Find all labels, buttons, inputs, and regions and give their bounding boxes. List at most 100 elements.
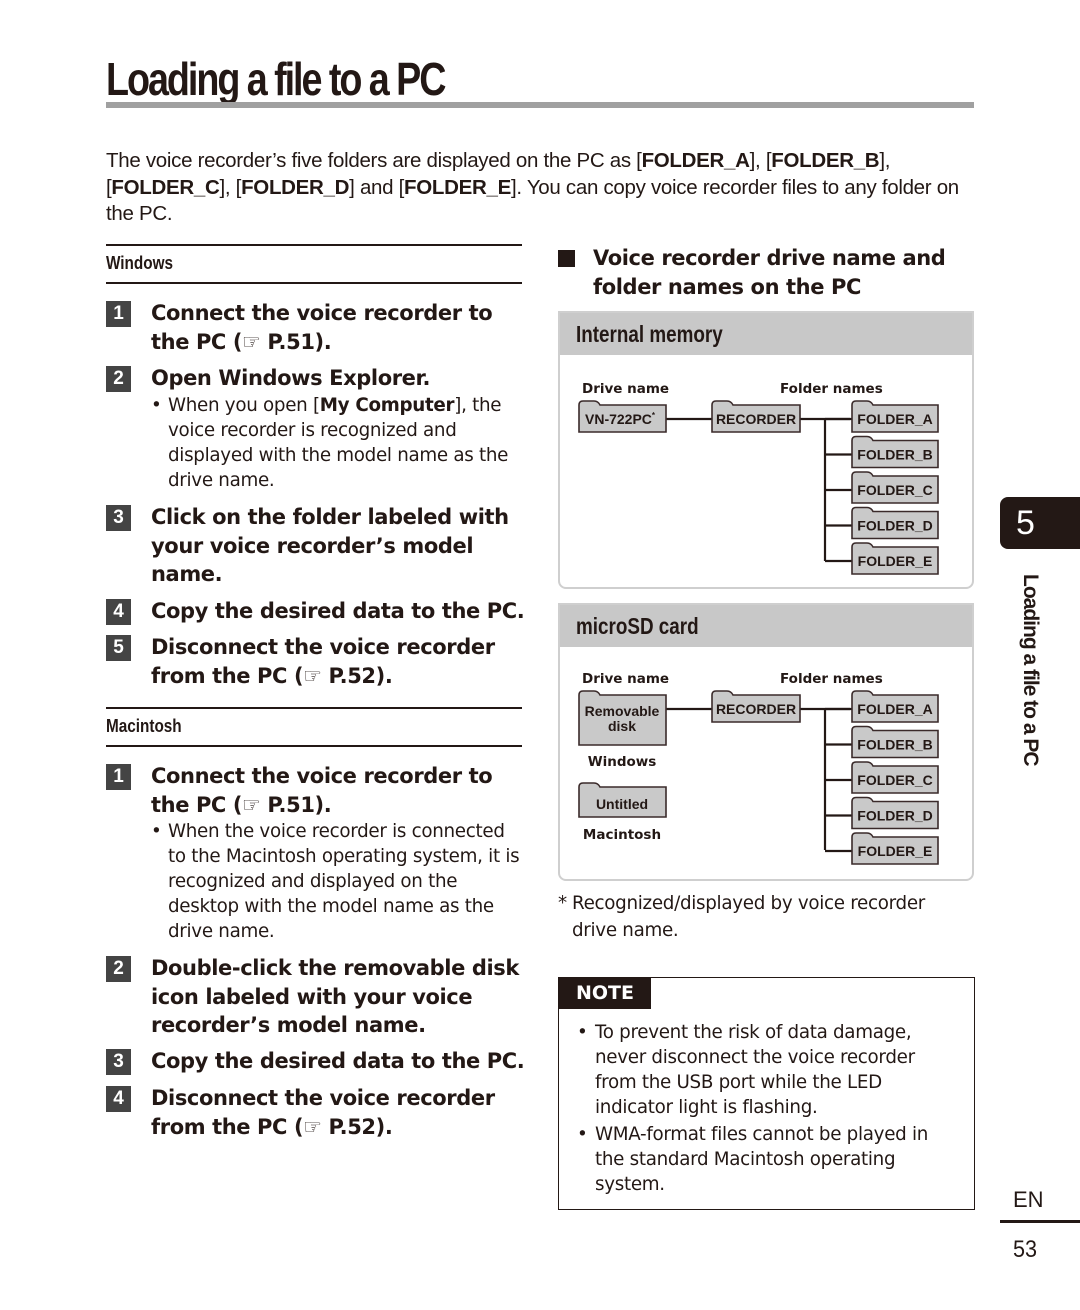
bullet-text: When you open [	[168, 394, 320, 416]
macintosh-heading-label: Macintosh	[106, 716, 182, 736]
internal-memory-title: Internal memory	[576, 321, 723, 347]
step-number-badge: 1	[106, 301, 131, 327]
drive-folder-label: VN-722PC*	[585, 411, 656, 427]
note-box: NOTE To prevent the risk of data damage,…	[558, 977, 975, 1210]
subfolder-label: FOLDER_E	[858, 553, 933, 569]
recorder-folder-icon: RECORDER	[711, 400, 801, 433]
subfolder-icon: FOLDER_E	[851, 832, 939, 865]
windows-step-1: 1 Connect the voice recorder to the PC (…	[106, 299, 526, 356]
recorder-folder-icon: RECORDER	[711, 690, 801, 723]
subfolder-label: FOLDER_D	[857, 808, 932, 824]
intro-text: ], [	[749, 149, 772, 172]
step-number-badge: 3	[106, 505, 131, 531]
step-number-badge: 1	[106, 764, 131, 790]
microsd-panel: microSD card Drive name Folder names Rem…	[558, 603, 974, 881]
macintosh-os-label: Macintosh	[583, 827, 661, 843]
step-number-badge: 2	[106, 956, 131, 982]
macintosh-section-heading: Macintosh	[106, 707, 522, 747]
internal-memory-header: Internal memory	[560, 313, 972, 355]
microsd-title: microSD card	[576, 613, 699, 639]
subfolder-label: FOLDER_A	[857, 701, 932, 717]
subfolder-label: FOLDER_B	[857, 447, 932, 463]
my-computer-label: My Computer	[319, 394, 455, 416]
page-title: Loading a file to a PC	[106, 53, 446, 105]
step-number-badge: 4	[106, 599, 131, 625]
removable-disk-label-line2: disk	[608, 718, 636, 734]
note-label: NOTE	[558, 977, 651, 1009]
folder-a-name: FOLDER_A	[641, 149, 750, 172]
footnote-asterisk: *	[558, 893, 567, 914]
recorder-folder-label: RECORDER	[716, 701, 796, 717]
subfolder-icon: FOLDER_B	[851, 435, 939, 469]
step-text: Copy the desired data to the PC.	[151, 1049, 525, 1073]
mac-step-2: 2 Double-click the removable disk icon l…	[106, 954, 526, 1040]
language-label: EN	[1013, 1187, 1044, 1212]
drive-name-label: Drive name	[582, 671, 669, 687]
square-bullet-icon	[558, 250, 575, 267]
drive-folder-icon: VN-722PC*	[578, 400, 667, 433]
subfolder-icon: FOLDER_C	[851, 471, 939, 504]
subfolder-label: FOLDER_E	[858, 843, 933, 859]
step-number-badge: 5	[106, 635, 131, 661]
folder-b-name: FOLDER_B	[771, 149, 880, 172]
untitled-folder-icon: Untitled	[578, 782, 667, 818]
step-number-badge: 2	[106, 366, 131, 392]
internal-memory-panel: Internal memory Drive name Folder names …	[558, 311, 974, 589]
subfolder-icon: FOLDER_A	[851, 690, 939, 723]
subfolder-label: FOLDER_D	[857, 518, 932, 534]
windows-step-4: 4 Copy the desired data to the PC.	[106, 597, 526, 626]
chapter-tab: 5	[1000, 497, 1080, 549]
removable-disk-label-line1: Removable	[585, 703, 660, 719]
drive-name-label: Drive name	[582, 381, 669, 397]
removable-disk-folder-icon: Removable disk	[578, 690, 667, 746]
windows-section-heading: Windows	[106, 244, 522, 284]
subfolder-icon: FOLDER_B	[851, 725, 939, 759]
language-rule	[1000, 1220, 1080, 1223]
intro-text: The voice recorder’s five folders are di…	[106, 149, 642, 172]
note-list: To prevent the risk of data damage, neve…	[577, 1020, 957, 1199]
subfolder-label: FOLDER_C	[857, 482, 932, 498]
footnote: * Recognized/displayed by voice recorder…	[558, 890, 974, 944]
title-underline	[106, 102, 974, 108]
step-text: Disconnect the voice recorder from the P…	[151, 635, 495, 688]
subfolder-label: FOLDER_C	[857, 772, 932, 788]
step-text: Connect the voice recorder to the PC (☞ …	[151, 764, 493, 817]
folder-names-label: Folder names	[780, 381, 883, 397]
subfolder-label: FOLDER_B	[857, 737, 932, 753]
folder-d-name: FOLDER_D	[241, 175, 350, 199]
intro-text: ] and [	[349, 175, 405, 199]
untitled-folder-label: Untitled	[596, 796, 648, 812]
step-text: Disconnect the voice recorder from the P…	[151, 1086, 495, 1139]
step-number-badge: 3	[106, 1049, 131, 1075]
note-item: To prevent the risk of data damage, neve…	[577, 1020, 957, 1120]
footnote-text: Recognized/displayed by voice recorder d…	[572, 893, 926, 941]
drive-names-heading: Voice recorder drive name and folder nam…	[558, 244, 974, 302]
mac-step-1: 1 Connect the voice recorder to the PC (…	[106, 762, 526, 944]
windows-os-label: Windows	[588, 754, 657, 770]
intro-text: ], [	[219, 175, 242, 199]
windows-step-2: 2 Open Windows Explorer. When you open […	[106, 364, 526, 493]
step-bullet: When you open [My Computer], the voice r…	[151, 393, 526, 493]
page-number: 53	[1013, 1236, 1038, 1263]
step-text: Connect the voice recorder to the PC (☞ …	[151, 301, 493, 354]
drive-names-heading-text: Voice recorder drive name and folder nam…	[593, 246, 946, 299]
windows-heading-label: Windows	[106, 253, 174, 273]
note-item: WMA-format files cannot be played in the…	[577, 1122, 957, 1197]
microsd-tree: Drive name Folder names Removable disk W…	[578, 671, 939, 865]
mac-step-3: 3 Copy the desired data to the PC.	[106, 1047, 526, 1076]
subfolder-icon: FOLDER_C	[851, 761, 939, 794]
microsd-header: microSD card	[560, 605, 972, 647]
step-text: Copy the desired data to the PC.	[151, 599, 525, 623]
folder-c-name: FOLDER_C	[111, 175, 220, 199]
intro-paragraph: The voice recorder’s five folders are di…	[106, 148, 976, 228]
subfolder-label: FOLDER_A	[857, 411, 932, 427]
subfolder-icon: FOLDER_D	[851, 506, 939, 540]
folder-names-label: Folder names	[780, 671, 883, 687]
folder-e-name: FOLDER_E	[404, 175, 511, 199]
step-bullet: When the voice recorder is connected to …	[151, 819, 526, 944]
windows-step-3: 3 Click on the folder labeled with your …	[106, 503, 526, 589]
side-chapter-title: Loading a file to a PC	[1012, 574, 1042, 774]
step-text: Double-click the removable disk icon lab…	[151, 956, 519, 1037]
step-text: Click on the folder labeled with your vo…	[151, 505, 509, 586]
recorder-folder-label: RECORDER	[716, 411, 796, 427]
